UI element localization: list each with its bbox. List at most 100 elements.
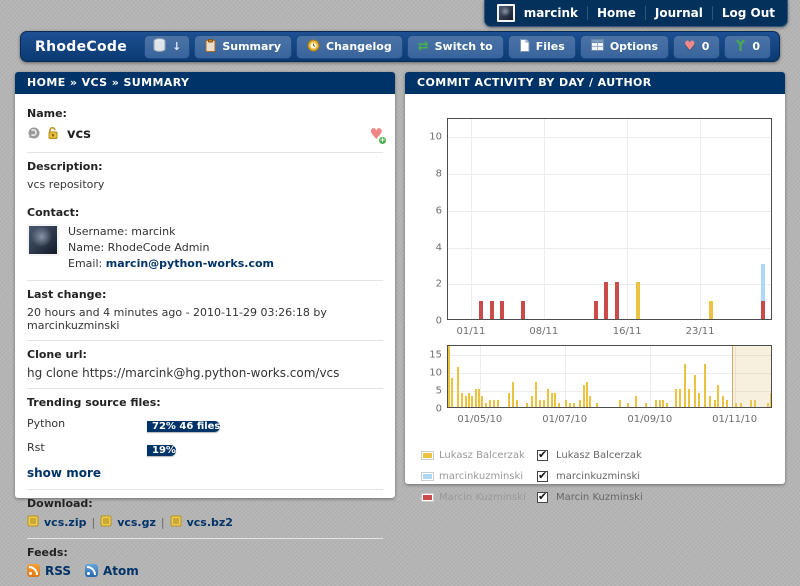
axis-tick-label: 0 [436,316,442,327]
author-checkbox[interactable] [537,492,548,503]
user-menu-bar: marcink Home Journal Log Out [484,0,788,27]
chart-bar [569,403,571,407]
chart-bar [709,301,713,319]
show-more-link[interactable]: show more [27,466,101,480]
range-selection-overlay[interactable] [732,346,772,407]
trending-row: Python 72% 46 files [27,414,383,434]
download-label: Download: [27,497,383,510]
contact-email-label: Email: [68,257,106,270]
chart-bar [526,403,528,407]
trending-bar: 72% 46 files [147,421,220,432]
commit-activity-overview-chart[interactable]: 05101501/05/1001/07/1001/09/1001/11/10 [447,345,774,431]
chart-bar [698,393,700,407]
chart-bar [468,393,470,407]
chart-bar [717,385,719,407]
last-change-section: Last change: 20 hours and 4 minutes ago … [27,281,383,341]
user-avatar[interactable] [497,4,515,22]
axis-tick-label: 6 [436,205,442,216]
chart-bar [726,400,728,407]
archive-icon [27,515,39,530]
trending-row: Rst 19% [27,438,383,458]
journal-link[interactable]: Journal [655,6,703,20]
gridline [650,346,651,407]
followers-counter[interactable]: ♥ 0 [673,35,720,59]
axis-tick-label: 23/11 [686,326,715,337]
download-bz2-link[interactable]: vcs.bz2 [187,516,233,529]
switch-to-label: Switch to [435,40,493,53]
chart-bar [761,301,765,319]
tab-files[interactable]: Files [508,35,576,59]
repo-name: vcs [67,127,91,142]
tab-changelog[interactable]: Changelog [296,35,403,59]
chart-bar [666,403,668,407]
separator: | [91,516,95,529]
commit-activity-chart[interactable]: 024681001/1108/1116/1123/11 [447,118,774,343]
legend-name: Marcin Kuzminski [439,492,532,503]
chevron-down-icon: ↓ [172,40,181,53]
options-button[interactable]: Options [580,35,669,59]
switch-to-button[interactable]: ⇄ Switch to [407,35,504,59]
heart-icon: ♥ [684,40,696,53]
home-link[interactable]: Home [597,6,636,20]
contact-email-link[interactable]: marcin@python-works.com [106,257,274,270]
mercurial-icon [27,125,41,144]
gridline [448,248,771,249]
axis-tick-label: 0 [436,404,442,415]
axis-tick-label: 01/07/10 [542,414,587,425]
nav-menu: ↓ Summary Changelog ⇄ Switch to Files [144,35,779,59]
clone-url-text[interactable]: hg clone https://marcink@hg.python-works… [27,366,383,380]
repo-switcher-button[interactable]: ↓ [144,35,190,59]
chart-bar [481,396,483,407]
database-icon [153,38,166,55]
description-label: Description: [27,160,383,173]
download-gz-link[interactable]: vcs.gz [117,516,156,529]
main-navbar: RhodeCode ↓ Summary Changelog ⇄ Switch t… [20,31,780,62]
contact-label: Contact: [27,206,383,219]
author-checkbox[interactable] [537,450,548,461]
rss-feed-link[interactable]: RSS [45,564,71,578]
author-checkbox[interactable] [537,471,548,482]
chart-bar [645,403,647,407]
chart-bar [508,393,510,407]
chart-bar [636,282,640,319]
breadcrumb[interactable]: HOME » VCS » SUMMARY [15,72,395,94]
download-section: Download: vcs.zip | vcs.gz | vcs.bz2 [27,490,383,539]
summary-body: Name: vcs ♥+ Description: vcs repository… [15,94,395,586]
clone-url-section: Clone url: hg clone https://marcink@hg.p… [27,341,383,389]
download-zip-link[interactable]: vcs.zip [44,516,86,529]
clone-url-label: Clone url: [27,348,383,361]
tab-summary[interactable]: Summary [194,35,292,59]
follow-heart-button[interactable]: ♥+ [370,127,383,142]
chart-bar [583,385,585,407]
switch-arrows-icon: ⇄ [418,40,429,53]
atom-feed-link[interactable]: Atom [103,564,139,578]
chart-bar [659,400,661,407]
chart-bar [516,400,518,407]
chart-bar [558,403,560,407]
plot-area [447,118,772,320]
chart-bar [684,364,686,407]
archive-icon [170,515,182,530]
chart-bar [539,400,541,407]
chart-bar [655,400,657,407]
followers-count: 0 [702,40,710,53]
gridline [565,346,566,407]
tab-changelog-label: Changelog [326,40,392,53]
logout-link[interactable]: Log Out [722,6,775,20]
forks-counter[interactable]: 0 [724,35,771,59]
chart-bar [457,367,459,407]
chart-bar [554,393,556,407]
legend-row: marcinkuzminski marcinkuzminski [421,466,773,487]
chart-bar [451,378,453,407]
divider [645,6,646,20]
chart-bar [635,396,637,407]
gridline [448,211,771,212]
username-label: marcink [524,6,578,20]
chart-bar [551,393,553,407]
axis-tick-label: 2 [436,279,442,290]
trending-bar: 19% [147,445,176,456]
axis-tick-label: 16/11 [613,326,642,337]
axis-tick-label: 10 [429,132,442,143]
app-logo[interactable]: RhodeCode [21,39,141,55]
chart-bar [471,396,473,407]
